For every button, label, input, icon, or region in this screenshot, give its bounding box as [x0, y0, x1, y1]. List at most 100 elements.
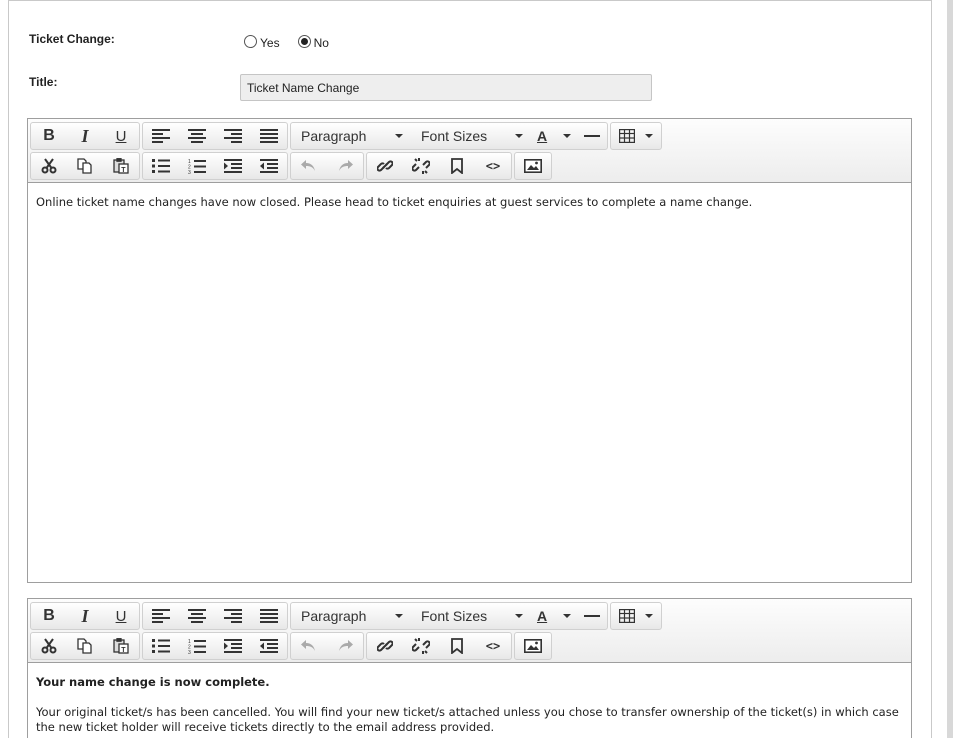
bold-icon: B	[43, 127, 55, 144]
numbered-list-button[interactable]: 123	[179, 153, 215, 179]
rich-text-editor-1: B I U Paragraph Font Sizes A T 1 2 3 <> …	[27, 118, 912, 583]
undo-button[interactable]	[291, 633, 327, 659]
table-icon	[619, 609, 635, 623]
bold-button[interactable]: B	[31, 123, 67, 149]
font-size-select-label: Font Sizes	[421, 128, 488, 144]
bookmark-icon	[451, 638, 463, 654]
text-color-button[interactable]: A	[531, 603, 577, 629]
radio-no[interactable]: No	[297, 34, 329, 50]
svg-text:3: 3	[188, 650, 191, 654]
svg-text:T: T	[121, 167, 126, 174]
align-left-button[interactable]	[143, 603, 179, 629]
cut-button[interactable]	[31, 633, 67, 659]
cut-button[interactable]	[31, 153, 67, 179]
radio-yes-label: Yes	[260, 36, 280, 50]
unlink-button[interactable]	[403, 153, 439, 179]
code-icon: <>	[485, 159, 501, 173]
link-button[interactable]	[367, 633, 403, 659]
bold-button[interactable]: B	[31, 603, 67, 629]
align-left-icon	[152, 129, 170, 143]
clipboard-group: T	[30, 152, 140, 180]
undo-icon	[301, 640, 315, 651]
align-justify-button[interactable]	[251, 603, 287, 629]
link-icon	[377, 160, 393, 172]
editor-heading: Your name change is now complete.	[36, 675, 270, 689]
toolbar-row-1: B I U Paragraph Font Sizes A	[30, 121, 909, 151]
radio-no-circle[interactable]	[297, 34, 311, 48]
horizontal-rule-button[interactable]	[577, 123, 607, 149]
text-color-button[interactable]: A	[531, 123, 577, 149]
paste-button[interactable]: T	[103, 633, 139, 659]
bullet-list-button[interactable]	[143, 633, 179, 659]
chevron-down-icon	[515, 134, 523, 138]
indent-icon	[224, 639, 242, 653]
image-button[interactable]	[515, 153, 551, 179]
format-select[interactable]: Paragraph	[291, 123, 411, 149]
redo-button[interactable]	[327, 153, 363, 179]
copy-button[interactable]	[67, 633, 103, 659]
indent-button[interactable]	[215, 633, 251, 659]
table-button[interactable]	[611, 603, 661, 629]
unlink-button[interactable]	[403, 633, 439, 659]
table-group	[610, 602, 662, 630]
image-button[interactable]	[515, 633, 551, 659]
chevron-down-icon	[563, 134, 571, 138]
align-center-button[interactable]	[179, 603, 215, 629]
outdent-button[interactable]	[251, 633, 287, 659]
cut-icon	[41, 158, 57, 174]
format-select[interactable]: Paragraph	[291, 603, 411, 629]
italic-button[interactable]: I	[67, 603, 103, 629]
page-right-border	[931, 0, 932, 738]
editor-content-area[interactable]: Online ticket name changes have now clos…	[28, 183, 911, 233]
chevron-down-icon	[645, 614, 653, 618]
font-size-select[interactable]: Font Sizes	[411, 123, 531, 149]
radio-yes-circle[interactable]	[244, 34, 257, 48]
list-indent-group: 123	[142, 152, 288, 180]
indent-button[interactable]	[215, 153, 251, 179]
image-icon	[524, 159, 542, 173]
italic-button[interactable]: I	[67, 123, 103, 149]
font-size-select[interactable]: Font Sizes	[411, 603, 531, 629]
align-right-button[interactable]	[215, 603, 251, 629]
bold-icon: B	[43, 607, 55, 624]
align-justify-button[interactable]	[251, 123, 287, 149]
numbered-list-button[interactable]: 123	[179, 633, 215, 659]
paste-button[interactable]: T	[103, 153, 139, 179]
bookmark-icon	[451, 158, 463, 174]
editor-content-area[interactable]: Your name change is now complete. Your o…	[28, 663, 911, 738]
format-group: Paragraph Font Sizes A	[290, 602, 608, 630]
scrollbar[interactable]	[947, 0, 953, 738]
toolbar-row-1: B I U Paragraph Font Sizes A	[30, 601, 909, 631]
align-justify-icon	[260, 129, 278, 143]
link-group: <>	[366, 632, 512, 660]
bookmark-button[interactable]	[439, 153, 475, 179]
copy-icon	[77, 638, 92, 654]
undo-button[interactable]	[291, 153, 327, 179]
link-button[interactable]	[367, 153, 403, 179]
editor-paragraph: Online ticket name changes have now clos…	[36, 195, 753, 209]
align-left-button[interactable]	[143, 123, 179, 149]
align-center-button[interactable]	[179, 123, 215, 149]
italic-icon: I	[81, 605, 89, 626]
redo-button[interactable]	[327, 633, 363, 659]
bullet-list-button[interactable]	[143, 153, 179, 179]
outdent-button[interactable]	[251, 153, 287, 179]
copy-button[interactable]	[67, 153, 103, 179]
code-button[interactable]: <>	[475, 153, 511, 179]
align-left-icon	[152, 609, 170, 623]
align-right-button[interactable]	[215, 123, 251, 149]
radio-yes[interactable]: Yes	[244, 34, 280, 50]
indent-icon	[224, 159, 242, 173]
bookmark-button[interactable]	[439, 633, 475, 659]
toolbar-row-2: T 123 <>	[30, 151, 909, 181]
title-input[interactable]	[240, 74, 652, 101]
editor-paragraph: Your original ticket/s has been cancelle…	[36, 705, 899, 734]
code-button[interactable]: <>	[475, 633, 511, 659]
table-button[interactable]	[611, 123, 661, 149]
svg-text:T: T	[121, 647, 126, 654]
horizontal-rule-button[interactable]	[577, 603, 607, 629]
chevron-down-icon	[395, 614, 403, 618]
underline-button[interactable]: U	[103, 123, 139, 149]
underline-button[interactable]: U	[103, 603, 139, 629]
ticket-change-label: Ticket Change:	[29, 32, 115, 46]
